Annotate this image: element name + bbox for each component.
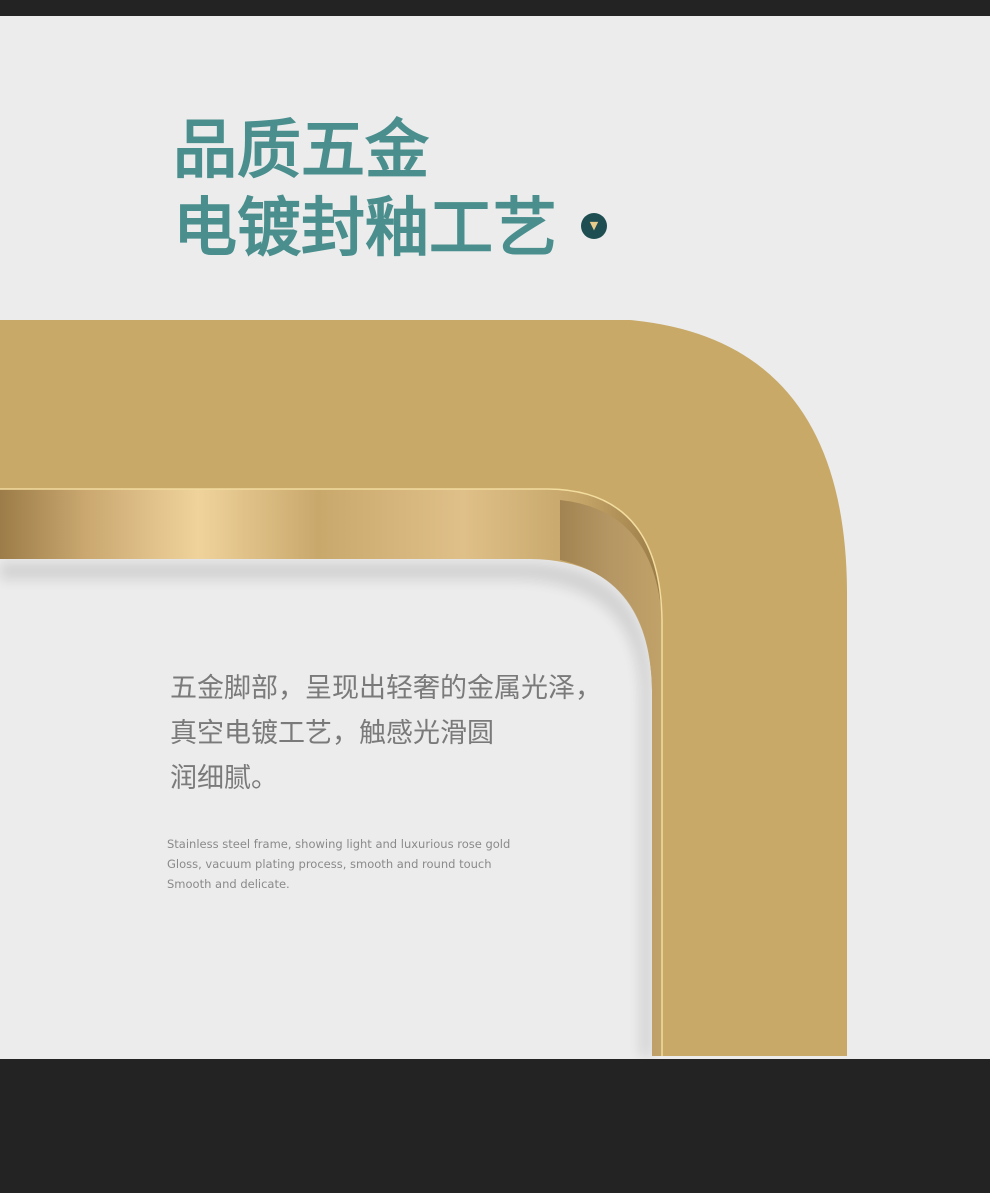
triangle-down-icon: ▼ bbox=[589, 219, 599, 232]
description-cn-line-1: 五金脚部，呈现出轻奢的金属光泽， bbox=[170, 673, 602, 704]
description-en-line-2: Gloss, vacuum plating process, smooth an… bbox=[167, 857, 492, 871]
description-en-line-1: Stainless steel frame, showing light and… bbox=[167, 837, 511, 851]
bottom-dark-bar bbox=[0, 1059, 990, 1193]
description-cn-line-3: 润细腻。 bbox=[170, 763, 278, 794]
tube-shadow-shape bbox=[0, 562, 652, 1056]
scroll-down-button[interactable]: ▼ bbox=[581, 213, 607, 239]
description-chinese: 五金脚部，呈现出轻奢的金属光泽， 真空电镀工艺，触感光滑圆 润细腻。 bbox=[170, 666, 602, 801]
heading-line-1: 品质五金 bbox=[173, 114, 429, 188]
description-cn-line-2: 真空电镀工艺，触感光滑圆 bbox=[170, 718, 494, 749]
heading-line-2: 电镀封釉工艺 bbox=[173, 192, 557, 266]
description-en-line-3: Smooth and delicate. bbox=[167, 877, 290, 891]
top-dark-bar bbox=[0, 0, 990, 16]
page-heading: 品质五金 电镀封釉工艺 bbox=[173, 112, 557, 268]
product-detail-panel: 品质五金 电镀封釉工艺 ▼ 五金脚部，呈现出轻奢的金属光泽， 真空电镀工艺，触感… bbox=[0, 16, 990, 1059]
description-english: Stainless steel frame, showing light and… bbox=[167, 834, 510, 894]
